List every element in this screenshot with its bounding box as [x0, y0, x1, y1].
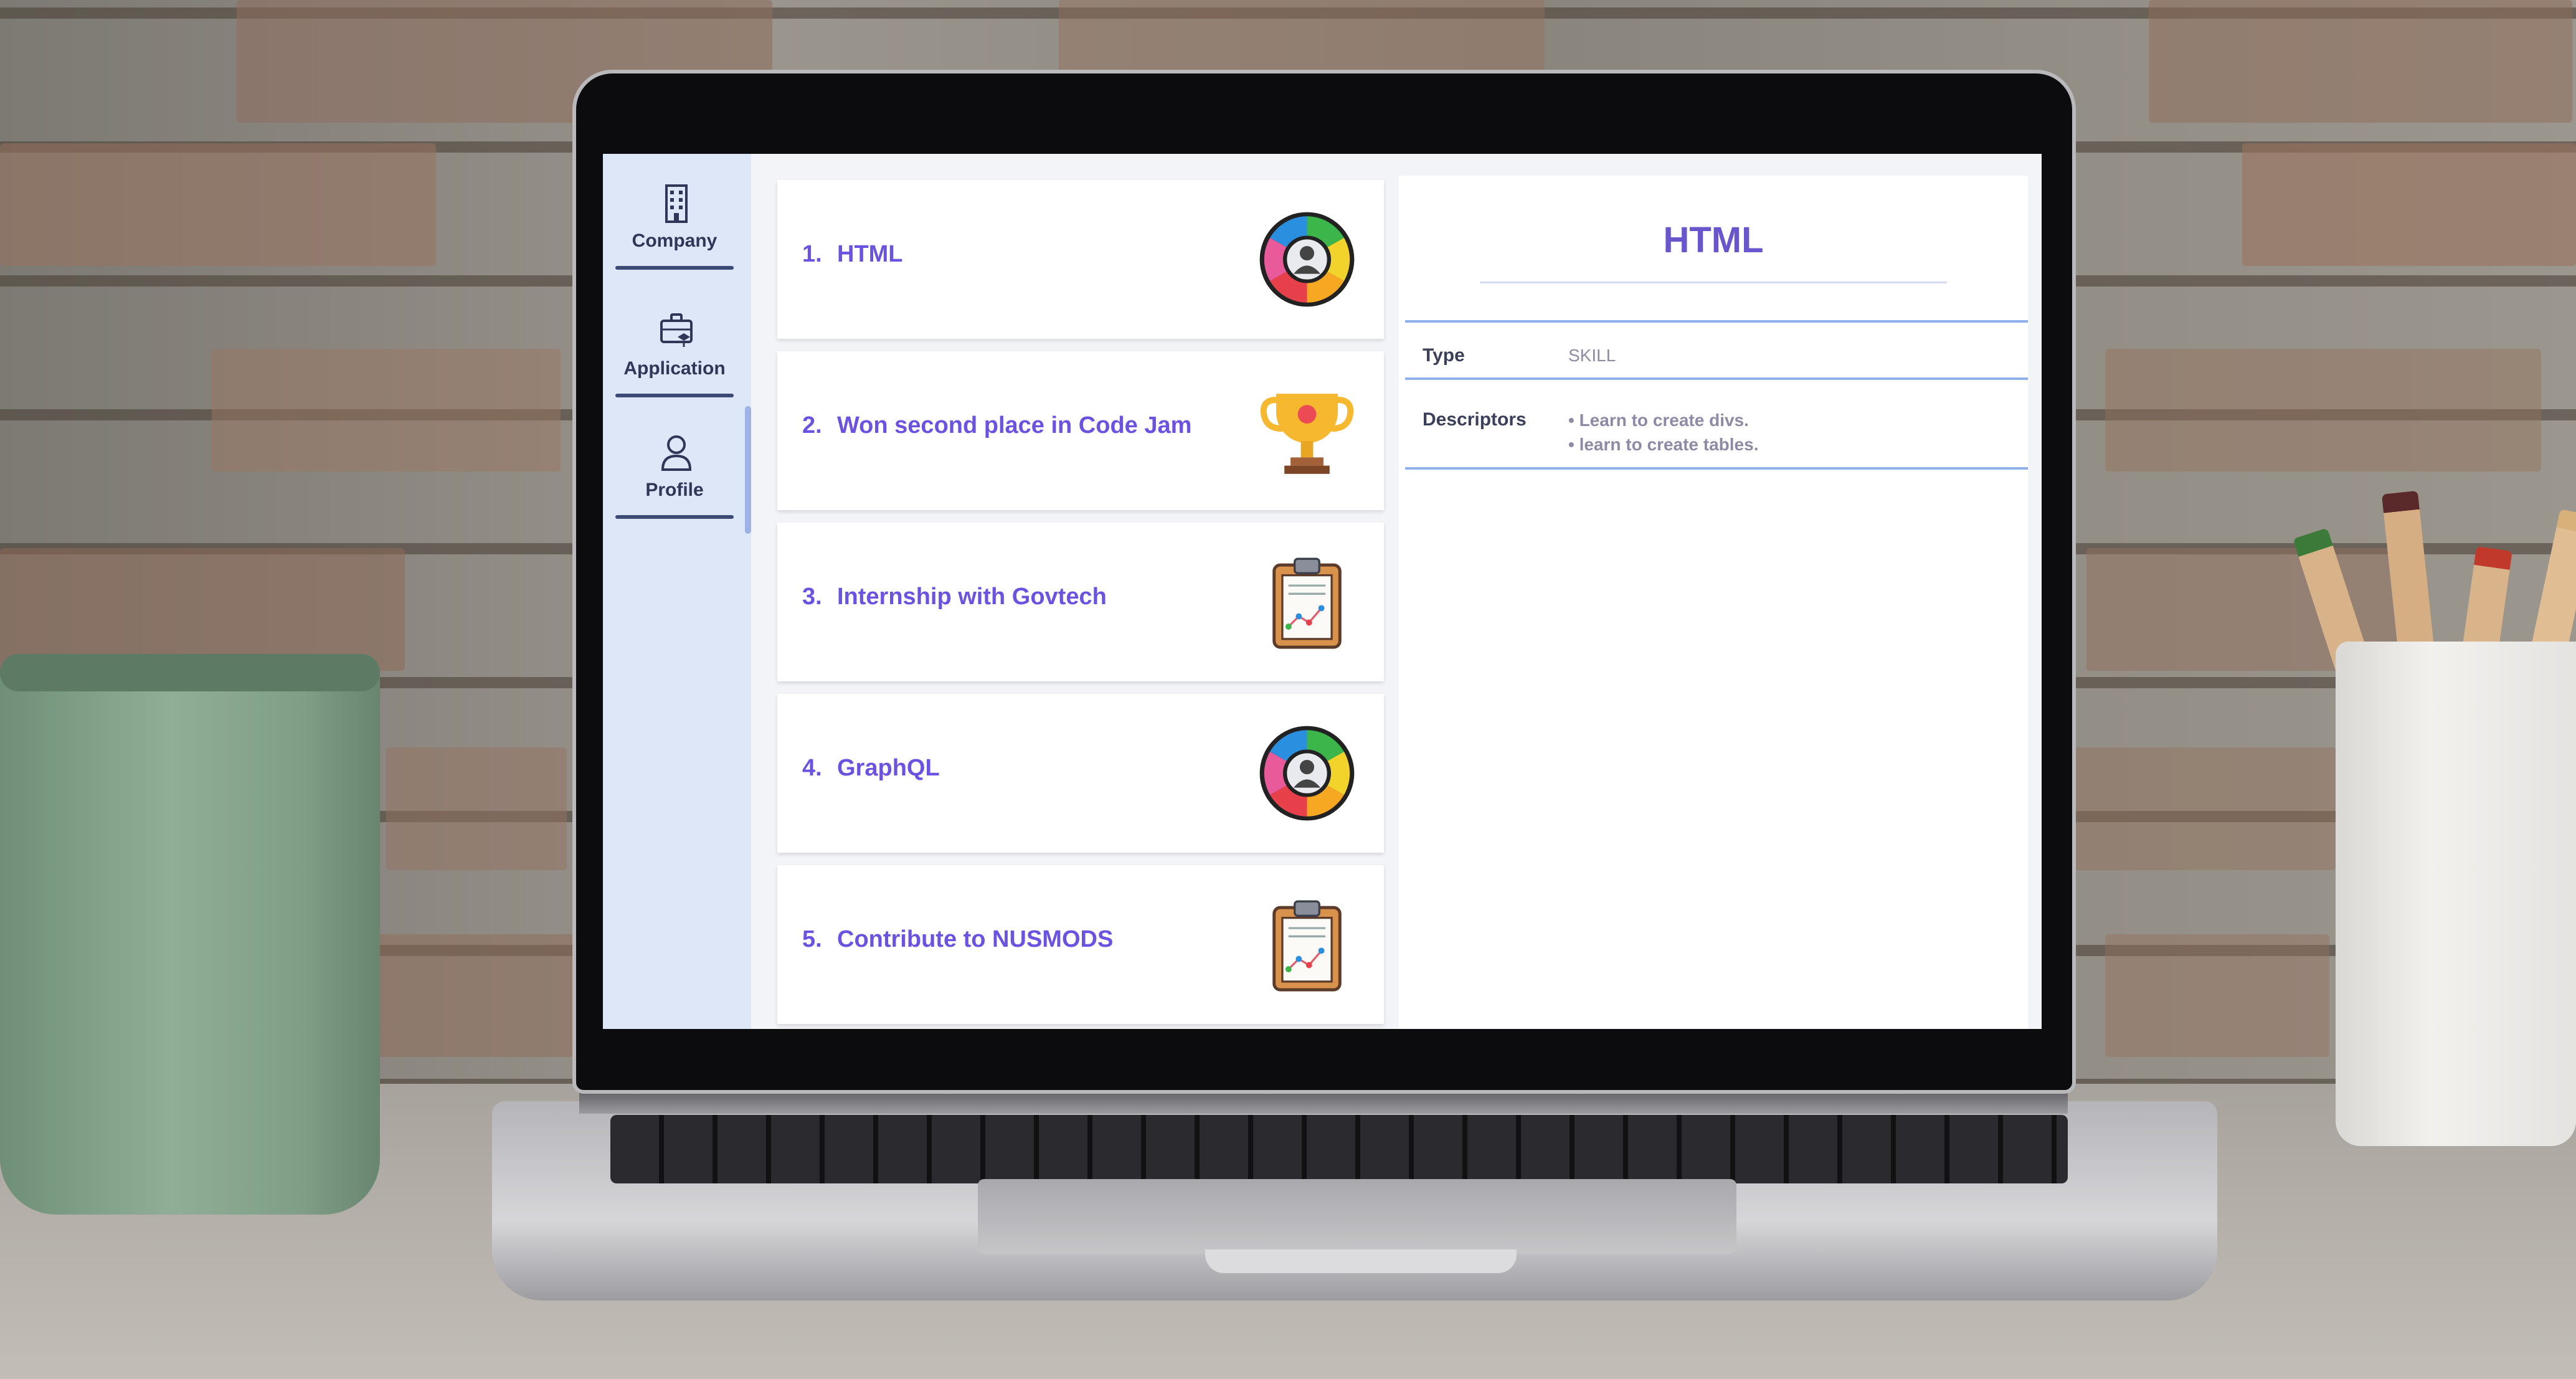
- type-label: Type: [1423, 345, 1465, 366]
- table-divider: [1405, 320, 2028, 323]
- detail-panel: HTML Type SKILL Descriptors • Learn to c…: [1399, 176, 2028, 1029]
- user-icon: [661, 435, 692, 471]
- laptop-keyboard: [610, 1115, 2068, 1183]
- title-divider: [1480, 282, 1947, 283]
- list-item-title: Internship with Govtech: [837, 584, 1107, 610]
- list-item[interactable]: 1. HTML: [777, 180, 1384, 339]
- clipboard-chart-icon: [1272, 900, 1342, 992]
- sidebar-item-label: Application: [623, 358, 726, 379]
- list-item-number: 3.: [802, 584, 822, 610]
- descriptors-label: Descriptors: [1423, 409, 1527, 430]
- descriptor-item: • Learn to create divs.: [1568, 410, 1749, 430]
- list-item[interactable]: 5. Contribute to NUSMODS: [777, 865, 1384, 1024]
- laptop-trackpad: [978, 1179, 1736, 1254]
- list-item-number: 2.: [802, 412, 822, 438]
- skill-wheel-icon: [1259, 212, 1355, 307]
- sidebar-item-underline: [615, 394, 734, 397]
- list-item-title: HTML: [837, 241, 903, 267]
- trophy-icon: [1260, 394, 1354, 474]
- list-item[interactable]: 3. Internship with Govtech: [777, 523, 1384, 681]
- sidebar-item-underline: [615, 515, 734, 519]
- sidebar-scroll-indicator: [745, 406, 751, 534]
- list-item-title: GraphQL: [837, 755, 940, 781]
- list-item-number: 1.: [802, 241, 822, 267]
- table-divider: [1405, 467, 2028, 470]
- laptop-hinge: [579, 1089, 2068, 1114]
- descriptor-item: • learn to create tables.: [1568, 435, 1759, 454]
- list-item-number: 4.: [802, 755, 822, 781]
- app-screen: Company Application Profile 1. HTML 2. W…: [603, 154, 2042, 1029]
- sidebar-item-label: Company: [632, 230, 717, 251]
- laptop-notch: [1205, 1249, 1517, 1273]
- clipboard-chart-icon: [1272, 557, 1342, 649]
- sidebar-item-company[interactable]: Company: [615, 182, 734, 288]
- building-icon: [665, 184, 688, 223]
- type-value: SKILL: [1568, 346, 1616, 365]
- detail-title: HTML: [1663, 220, 1764, 260]
- pencil-cup: [2336, 642, 2576, 1146]
- sidebar-item-profile[interactable]: Profile: [615, 431, 734, 537]
- sidebar-item-application[interactable]: Application: [615, 310, 734, 415]
- list-item-title: Won second place in Code Jam: [837, 412, 1192, 438]
- mug-rim: [0, 654, 380, 691]
- list-item-title: Contribute to NUSMODS: [837, 926, 1114, 952]
- sidebar-item-label: Profile: [645, 480, 704, 500]
- green-mug: [0, 654, 380, 1215]
- table-divider: [1405, 377, 2028, 380]
- list-item-number: 5.: [802, 926, 822, 952]
- list-item[interactable]: 2. Won second place in Code Jam: [777, 351, 1384, 510]
- sidebar: Company Application Profile: [603, 154, 751, 1029]
- skill-wheel-icon: [1259, 726, 1355, 821]
- sidebar-item-underline: [615, 266, 734, 270]
- list-item[interactable]: 4. GraphQL: [777, 694, 1384, 853]
- briefcase-icon: [660, 313, 693, 347]
